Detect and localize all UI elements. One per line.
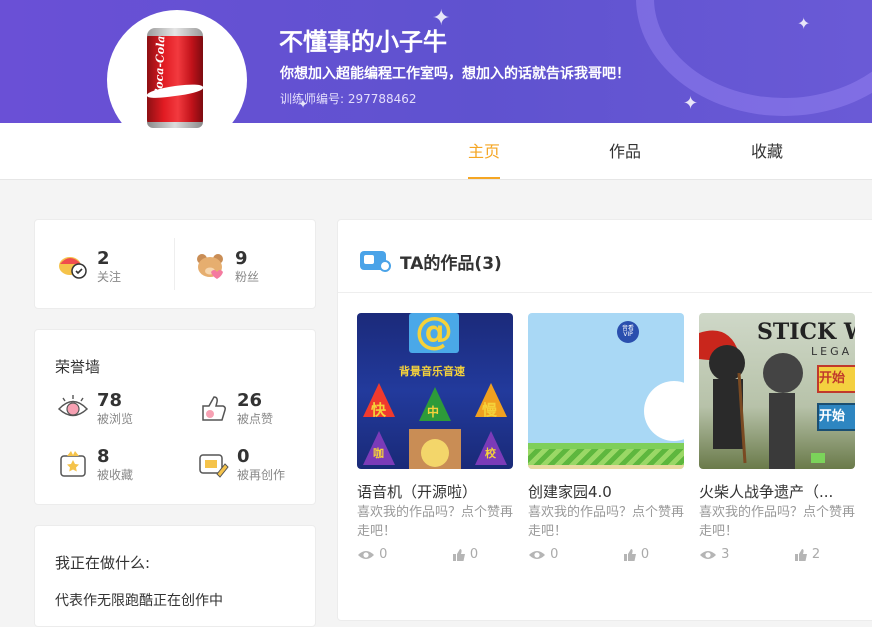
thumb-text: 校 bbox=[485, 447, 496, 460]
work-card[interactable]: 音看 VIP 创建家园4.0 喜欢我的作品吗？点个赞再走吧！ 0 0 bbox=[528, 313, 684, 562]
fans-icon bbox=[197, 254, 223, 279]
vip-badge: 音看 VIP bbox=[617, 321, 639, 343]
work-stats: 0 0 bbox=[528, 547, 684, 562]
thumb-text: 慢 bbox=[482, 401, 498, 419]
banner-decoration bbox=[636, 0, 872, 116]
status-text: 代表作无限跑酷正在创作中 bbox=[55, 593, 223, 609]
divider bbox=[174, 238, 175, 290]
favorites-count: 8 bbox=[97, 446, 110, 467]
work-title[interactable]: 火柴人战争遗产（... bbox=[699, 481, 855, 502]
work-stats: 0 0 bbox=[357, 547, 513, 562]
like-icon[interactable] bbox=[794, 548, 808, 562]
works-title: TA的作品(3) bbox=[400, 254, 502, 274]
thumbs-up-icon bbox=[202, 396, 226, 421]
work-title[interactable]: 创建家园4.0 bbox=[528, 481, 684, 502]
favorite-box-icon bbox=[60, 451, 86, 477]
remixes-label: 被再创作 bbox=[237, 468, 286, 482]
honor-card: 荣誉墙 78 被浏览 26 被点赞 8 被收藏 0 被再创作 bbox=[34, 329, 316, 505]
works-icon bbox=[360, 251, 391, 272]
work-thumbnail[interactable]: 音看 VIP bbox=[528, 313, 684, 469]
work-card[interactable]: STICK W LEGA 开始 开始 火柴人战争遗产（... 喜欢我的作品吗？点… bbox=[699, 313, 855, 562]
profile-name: 不懂事的小子牛 bbox=[279, 28, 447, 56]
fans-count: 9 bbox=[235, 248, 248, 269]
trainer-id: 训练师编号: 297788462 bbox=[280, 92, 417, 106]
following-count: 2 bbox=[97, 248, 110, 269]
work-card[interactable]: @ 背景音乐音速 快 中 慢 咖 校 语音机（开源啦） 喜欢我的作品吗？点个赞再… bbox=[357, 313, 513, 562]
work-views: 3 bbox=[721, 547, 730, 562]
following-label: 关注 bbox=[97, 270, 122, 284]
profile-motto: 你想加入超能编程工作室吗，想加入的话就告诉我哥吧！ bbox=[280, 66, 630, 82]
views-icon bbox=[700, 550, 716, 559]
views-icon bbox=[358, 550, 374, 559]
eye-icon bbox=[57, 395, 89, 417]
fans-label: 粉丝 bbox=[235, 270, 260, 284]
remixes-count: 0 bbox=[237, 446, 250, 467]
work-views: 0 bbox=[550, 547, 559, 562]
likes-count: 26 bbox=[237, 390, 263, 411]
work-likes: 0 bbox=[640, 547, 650, 562]
work-likes: 2 bbox=[811, 547, 821, 562]
thumb-text: 快 bbox=[371, 401, 387, 419]
tab-home[interactable]: 主页 bbox=[468, 123, 501, 179]
thumb-text: 中 bbox=[427, 405, 440, 419]
status-card: 我正在做什么: 代表作无限跑酷正在创作中 bbox=[34, 525, 316, 627]
avatar[interactable]: Coca-Cola bbox=[107, 10, 247, 150]
tab-favorites[interactable]: 收藏 bbox=[751, 123, 783, 179]
remix-icon bbox=[199, 454, 229, 478]
thumb-button: 开始 bbox=[817, 403, 855, 431]
thumb-button: 开始 bbox=[817, 365, 855, 393]
sparkle-icon: ✦ bbox=[797, 14, 811, 33]
thumb-text: 咖 bbox=[373, 447, 384, 460]
honor-title: 荣誉墙 bbox=[55, 358, 101, 376]
views-icon bbox=[529, 550, 545, 559]
views-count: 78 bbox=[97, 390, 123, 411]
coke-can-image: Coca-Cola bbox=[147, 28, 203, 128]
work-likes: 0 bbox=[469, 547, 479, 562]
views-label: 被浏览 bbox=[97, 412, 134, 426]
work-title[interactable]: 语音机（开源啦） bbox=[357, 481, 513, 502]
work-thumbnail[interactable]: @ 背景音乐音速 快 中 慢 咖 校 bbox=[357, 313, 513, 469]
work-views: 0 bbox=[379, 547, 388, 562]
like-icon[interactable] bbox=[623, 548, 637, 562]
work-description: 喜欢我的作品吗？点个赞再走吧！ bbox=[357, 505, 514, 539]
status-title: 我正在做什么: bbox=[55, 554, 151, 572]
work-stats: 3 2 bbox=[699, 547, 855, 562]
likes-label: 被点赞 bbox=[237, 412, 274, 426]
avatar-logo-text: Coca-Cola bbox=[152, 35, 168, 98]
like-icon[interactable] bbox=[452, 548, 466, 562]
follow-card: 2 关注 9 粉丝 bbox=[34, 219, 316, 309]
work-description: 喜欢我的作品吗？点个赞再走吧！ bbox=[699, 505, 856, 539]
divider bbox=[338, 292, 872, 293]
work-description: 喜欢我的作品吗？点个赞再走吧！ bbox=[528, 505, 685, 539]
work-thumbnail[interactable]: STICK W LEGA 开始 开始 bbox=[699, 313, 855, 469]
tab-works[interactable]: 作品 bbox=[609, 123, 641, 179]
favorites-label: 被收藏 bbox=[97, 468, 134, 482]
sparkle-icon: ✦ bbox=[683, 93, 699, 114]
following-icon bbox=[59, 257, 87, 279]
